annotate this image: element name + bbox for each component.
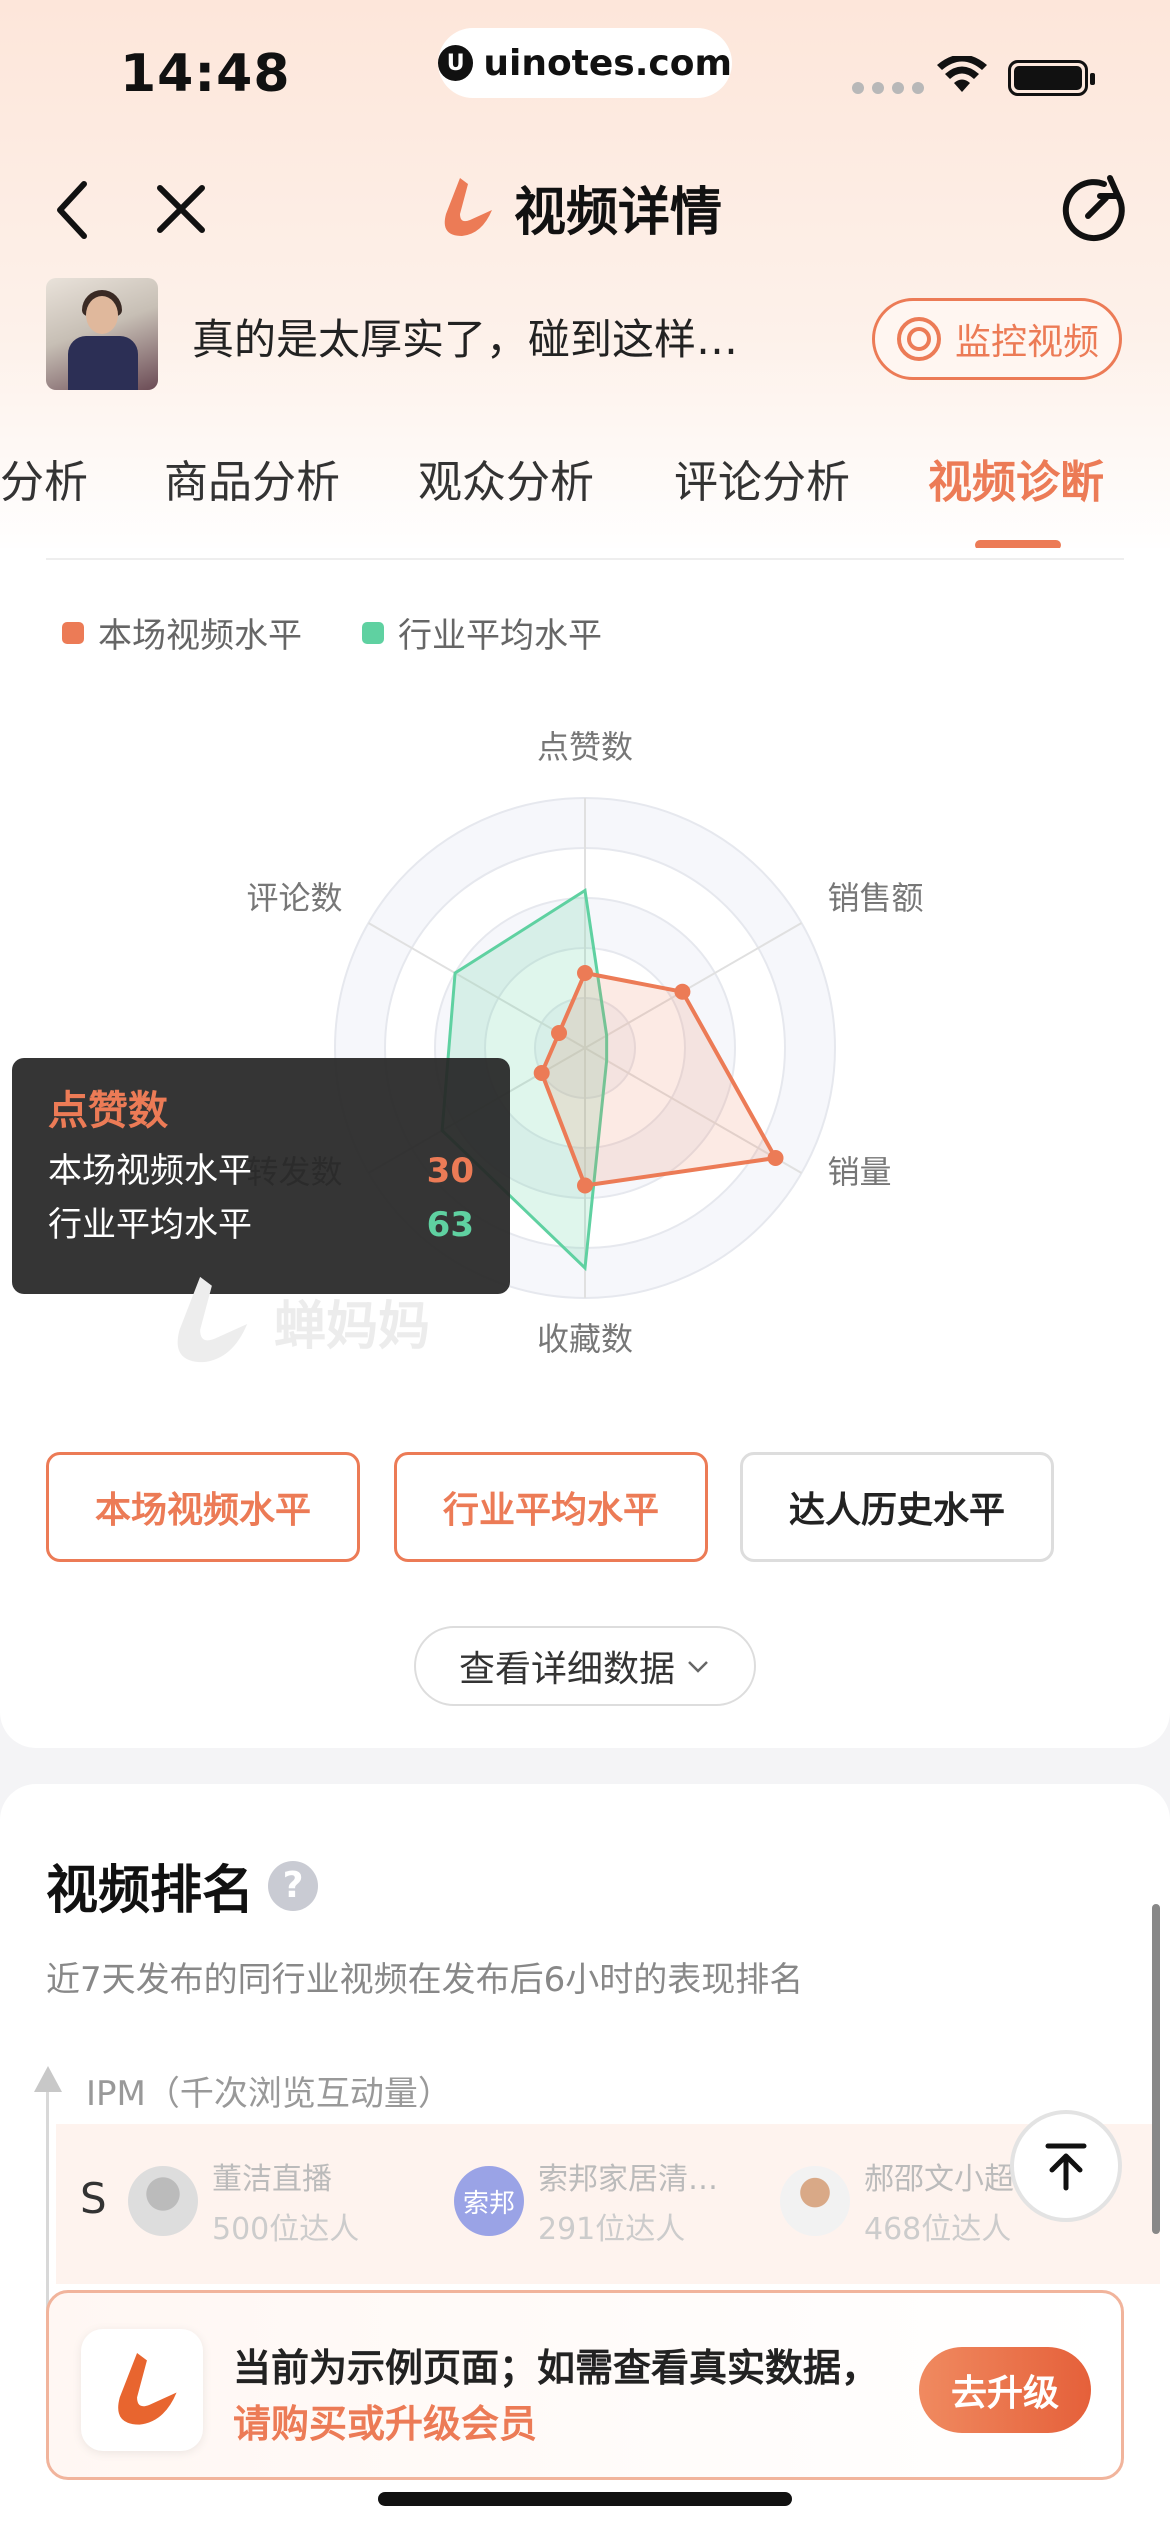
status-bar: 14:48 U uinotes.com — [0, 0, 1170, 150]
radar-category-label: 收藏数 — [537, 1320, 633, 1358]
chevron-down-icon — [688, 1661, 708, 1673]
tab-product-analysis[interactable]: 商品分析 — [164, 446, 340, 510]
home-indicator — [378, 2492, 792, 2506]
entry-name: 董洁直播 — [212, 2162, 332, 2197]
mode-history-button[interactable]: 达人历史水平 — [740, 1452, 1054, 1562]
battery-icon — [1008, 60, 1095, 96]
radar-point — [577, 1177, 593, 1194]
ranking-subtitle: 近7天发布的同行业视频在发布后6小时的表现排名 — [46, 1960, 804, 2000]
entry-name: 郝邵文小超 — [864, 2162, 1014, 2197]
tooltip-row-label: 行业平均水平 — [48, 1205, 252, 1245]
url-text: uinotes.com — [483, 42, 732, 84]
tooltip-row-label: 本场视频水平 — [48, 1151, 252, 1191]
entry-count: 291位达人 — [538, 2212, 686, 2247]
chart-tooltip: 点赞数 本场视频水平 30 行业平均水平 63 — [12, 1058, 510, 1294]
app-logo-icon — [118, 2352, 177, 2425]
radar-point — [767, 1150, 784, 1166]
avatar: 索邦 — [454, 2166, 524, 2236]
divider — [46, 558, 1124, 560]
video-info: 真的是太厚实了，碰到这样… 监控视频 — [46, 278, 1136, 392]
radar-category-label: 点赞数 — [537, 728, 633, 766]
radar-category-label: 评论数 — [246, 879, 342, 917]
entry-count: 500位达人 — [212, 2212, 360, 2247]
url-pill[interactable]: U uinotes.com — [438, 28, 732, 98]
radar-point — [674, 983, 691, 1000]
ranking-title-group: 视频排名 ? — [46, 1848, 319, 1923]
entry-name: 索邦家居清… — [538, 2162, 718, 2197]
wifi-icon — [937, 56, 987, 92]
upgrade-text-line1: 当前为示例页面；如需查看真实数据， — [233, 2346, 880, 2390]
ranking-title: 视频排名 — [46, 1861, 255, 1921]
monitor-video-button[interactable]: 监控视频 — [872, 298, 1122, 380]
nav-bar: 视频详情 — [0, 160, 1170, 260]
upgrade-text-line2[interactable]: 请购买或升级会员 — [233, 2393, 537, 2448]
watermark: 蝉妈妈 — [156, 1266, 430, 1376]
tooltip-title: 点赞数 — [48, 1088, 168, 1134]
help-icon[interactable]: ? — [268, 1860, 319, 1911]
tab-audience-analysis[interactable]: 观众分析 — [418, 446, 594, 510]
mode-industry-button[interactable]: 行业平均水平 — [394, 1452, 708, 1562]
status-time: 14:48 — [120, 44, 291, 104]
video-thumbnail[interactable] — [46, 278, 158, 390]
tab-bar: 分析 商品分析 观众分析 评论分析 视频诊断 — [0, 420, 1170, 550]
ranking-entry[interactable]: 索邦 索邦家居清… 291位达人 — [454, 2154, 718, 2254]
tooltip-row-value: 63 — [426, 1205, 474, 1245]
ipm-axis-label: IPM（千次浏览互动量） — [86, 2074, 452, 2114]
tab-comment-analysis[interactable]: 评论分析 — [674, 446, 850, 510]
radar-point — [551, 1025, 568, 1041]
site-logo-icon: U — [438, 45, 474, 81]
upgrade-banner: 当前为示例页面；如需查看真实数据， 请购买或升级会员 去升级 — [46, 2290, 1124, 2480]
nav-title-group: 视频详情 — [430, 170, 722, 245]
ranking-entry[interactable]: 董洁直播 500位达人 — [128, 2154, 359, 2254]
target-icon — [896, 317, 941, 361]
app-logo — [81, 2329, 203, 2451]
radar-point — [577, 965, 593, 981]
scrollbar[interactable] — [1152, 1904, 1160, 2234]
tooltip-row: 行业平均水平 63 — [48, 1198, 474, 1252]
entry-count: 468位达人 — [864, 2212, 1012, 2247]
ranking-row: S 董洁直播 500位达人 索邦 索邦家居清… 291位达人 郝邵文小超 468… — [56, 2124, 1160, 2284]
tab-analysis[interactable]: 分析 — [0, 446, 88, 510]
back-icon[interactable] — [44, 170, 104, 250]
avatar — [128, 2166, 198, 2236]
rank-grade: S — [80, 2174, 107, 2223]
avatar — [780, 2166, 850, 2236]
back-to-top-button[interactable] — [1010, 2110, 1122, 2222]
tooltip-row-value: 30 — [426, 1151, 474, 1191]
axis-arrow-icon — [34, 2066, 62, 2092]
tooltip-row: 本场视频水平 30 — [48, 1144, 474, 1198]
radar-category-label: 销量 — [827, 1153, 891, 1191]
radar-category-label: 销售额 — [827, 879, 923, 917]
page-title: 视频详情 — [514, 183, 723, 243]
video-title: 真的是太厚实了，碰到这样… — [192, 315, 739, 364]
share-refresh-icon[interactable] — [1056, 172, 1132, 248]
app-logo-icon — [444, 177, 492, 236]
upgrade-button[interactable]: 去升级 — [919, 2347, 1091, 2433]
tab-video-diagnosis[interactable]: 视频诊断 — [928, 446, 1104, 510]
close-icon[interactable] — [146, 174, 216, 244]
radar-point — [533, 1065, 550, 1081]
legend-swatch-industry — [362, 621, 384, 644]
signal-icon — [852, 82, 924, 94]
monitor-video-label: 监控视频 — [954, 322, 1099, 363]
arrow-up-icon — [1045, 2143, 1087, 2191]
ranking-entry[interactable]: 郝邵文小超 468位达人 — [780, 2154, 1014, 2254]
view-detail-label: 查看详细数据 — [458, 1649, 675, 1690]
watermark-logo-icon — [177, 1276, 248, 1363]
mode-current-button[interactable]: 本场视频水平 — [46, 1452, 360, 1562]
watermark-text: 蝉妈妈 — [274, 1296, 431, 1357]
view-detail-button[interactable]: 查看详细数据 — [414, 1626, 756, 1706]
legend-swatch-current — [62, 621, 84, 644]
